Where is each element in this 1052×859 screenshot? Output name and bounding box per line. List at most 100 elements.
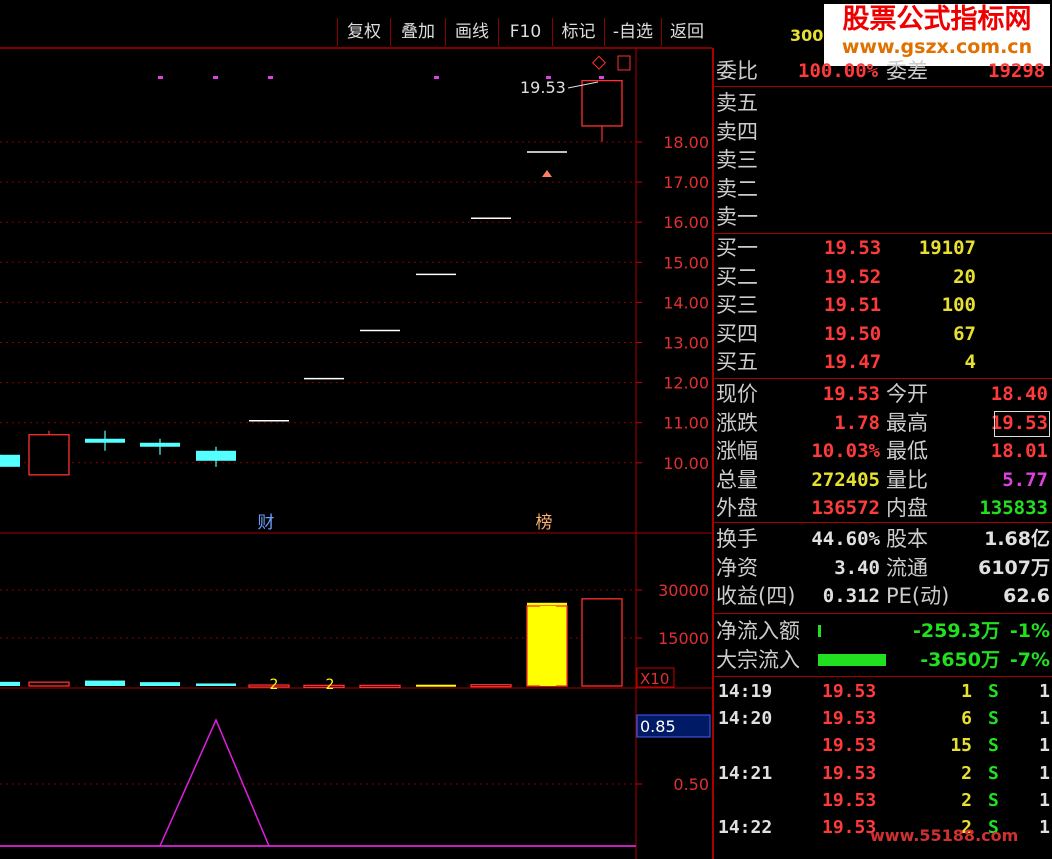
volume-bar bbox=[0, 681, 20, 686]
trade-time: 14:21 bbox=[718, 762, 773, 784]
finance-value: 62.6 bbox=[1003, 585, 1050, 608]
quote-value: 18.40 bbox=[990, 383, 1048, 405]
trade-price: 19.53 bbox=[822, 681, 877, 702]
toolbar-button-3[interactable]: F10 bbox=[498, 18, 552, 46]
buy-level-volume: 67 bbox=[953, 322, 976, 345]
weicha-value: 19298 bbox=[988, 60, 1046, 82]
toolbar-button-1[interactable]: 叠加 bbox=[390, 18, 445, 46]
finance-value: 44.60% bbox=[811, 528, 880, 550]
quote-label: 最高 bbox=[886, 410, 928, 435]
trade-side: S bbox=[988, 762, 999, 784]
trade-volume: 15 bbox=[950, 735, 972, 757]
flow-label: 大宗流入 bbox=[716, 647, 800, 672]
trade-count: 1 bbox=[1039, 708, 1050, 730]
quote-value: 10.03% bbox=[811, 440, 880, 463]
trade-price: 19.53 bbox=[822, 762, 877, 784]
price-tick-label: 18.00 bbox=[663, 133, 709, 152]
quote-label: 涨跌 bbox=[716, 410, 758, 435]
finance-value: 1.68亿 bbox=[984, 528, 1050, 550]
candle-body bbox=[28, 434, 70, 476]
event-dot bbox=[546, 76, 551, 79]
trade-side: S bbox=[988, 789, 999, 811]
candle-body bbox=[140, 442, 180, 447]
toolbar-button-5[interactable]: -自选 bbox=[604, 18, 661, 46]
divider bbox=[714, 233, 1052, 234]
flow-bar bbox=[818, 625, 821, 637]
trade-time: 14:19 bbox=[718, 681, 773, 702]
candle-body bbox=[85, 438, 125, 443]
buy-level-label: 买五 bbox=[716, 350, 758, 375]
chart-toolbar: 复权 叠加 画线 F10 标记 -自选 返回 bbox=[0, 18, 712, 48]
weibi-label: 委比 bbox=[716, 59, 758, 83]
price-tick-label: 11.00 bbox=[663, 414, 709, 433]
buy-level-label: 买一 bbox=[716, 236, 758, 260]
trade-volume: 2 bbox=[961, 762, 972, 784]
finance-label: 股本 bbox=[886, 527, 928, 551]
buy-level-volume: 19107 bbox=[918, 237, 976, 259]
finance-value: 0.312 bbox=[822, 585, 880, 608]
trade-count: 1 bbox=[1039, 681, 1050, 702]
trade-volume: 1 bbox=[961, 681, 972, 702]
volume-annotation: 2 bbox=[326, 677, 335, 693]
kline-chart[interactable]: 18.00 17.00 16.00 15.00 14.00 13.00 12.00 11.00… bbox=[0, 0, 712, 859]
toolbar-button-4[interactable]: 标记 bbox=[552, 18, 604, 46]
finance-label: 净资 bbox=[716, 555, 758, 580]
indicator-tick-label: 0.50 bbox=[673, 775, 709, 794]
quote-value: 5.77 bbox=[1002, 468, 1048, 491]
stock-code-fragment: 300 bbox=[790, 26, 824, 45]
buy-level-label: 买二 bbox=[716, 264, 758, 289]
toolbar-button-2[interactable]: 画线 bbox=[445, 18, 498, 46]
finance-label: 流通 bbox=[886, 555, 928, 580]
indicator-line bbox=[159, 718, 270, 847]
watermark-title: 股票公式指标网 bbox=[842, 4, 1032, 35]
trade-count: 1 bbox=[1039, 789, 1050, 811]
buy-level-price: 19.47 bbox=[824, 351, 882, 374]
divider bbox=[714, 522, 1052, 523]
marker-0: 财 bbox=[258, 513, 275, 533]
sell-level-label: 卖三 bbox=[716, 148, 758, 172]
trade-side: S bbox=[988, 708, 999, 730]
finance-label: 收益(四) bbox=[716, 584, 796, 609]
volume-bar bbox=[581, 598, 623, 687]
flow-bar bbox=[818, 653, 886, 666]
volume-bar bbox=[303, 684, 345, 689]
sell-level-label: 卖二 bbox=[716, 176, 758, 201]
quote-value: 272405 bbox=[811, 468, 880, 491]
trade-price: 19.53 bbox=[822, 817, 877, 838]
flow-value: -259.3万 bbox=[913, 620, 1000, 642]
price-tick-label: 13.00 bbox=[663, 334, 709, 353]
price-tick-label: 16.00 bbox=[663, 213, 709, 232]
buy-level-price: 19.51 bbox=[824, 294, 882, 317]
volume-annotation: 2 bbox=[270, 677, 279, 693]
square-icon bbox=[617, 55, 631, 71]
volume-bar-inner bbox=[540, 606, 556, 686]
trade-side: S bbox=[988, 735, 999, 757]
divider bbox=[714, 613, 1052, 614]
buy-level-volume: 4 bbox=[964, 351, 976, 374]
divider bbox=[714, 378, 1052, 379]
volume-tick-label: 15000 bbox=[658, 629, 709, 648]
quote-value: 136572 bbox=[811, 497, 880, 520]
divider bbox=[714, 86, 1052, 87]
quote-label: 量比 bbox=[886, 467, 928, 492]
volume-bar bbox=[359, 684, 401, 689]
toolbar-button-6[interactable]: 返回 bbox=[661, 18, 712, 46]
sell-level-label: 卖四 bbox=[716, 119, 758, 144]
quote-value: 1.78 bbox=[834, 411, 880, 434]
buy-level-label: 买四 bbox=[716, 321, 758, 346]
price-tick-label: 12.00 bbox=[663, 374, 709, 393]
trade-price: 19.53 bbox=[822, 735, 877, 757]
buy-level-volume: 100 bbox=[941, 294, 976, 317]
quote-value: 19.53 bbox=[822, 383, 880, 405]
quote-label: 现价 bbox=[716, 382, 758, 406]
volume-bar bbox=[470, 684, 512, 688]
toolbar-button-0[interactable]: 复权 bbox=[337, 18, 390, 46]
trade-side: S bbox=[988, 681, 999, 702]
quote-label: 总量 bbox=[716, 467, 758, 492]
trade-price: 19.53 bbox=[822, 789, 877, 811]
quote-label: 最低 bbox=[886, 439, 928, 464]
buy-level-volume: 20 bbox=[953, 265, 976, 288]
trade-time: 14:22 bbox=[718, 817, 773, 838]
candle-body bbox=[0, 454, 20, 467]
volume-bar bbox=[196, 683, 236, 686]
